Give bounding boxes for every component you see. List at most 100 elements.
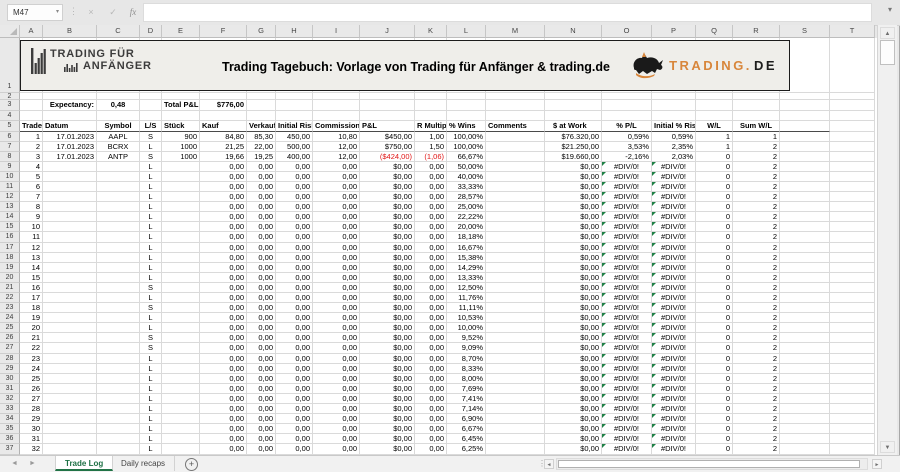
cell[interactable]: #DIV/0! [602,192,652,202]
cell[interactable]: 0,00 [276,202,313,212]
cell[interactable] [830,394,875,404]
cell[interactable]: 0,00 [415,222,447,232]
cell[interactable] [780,222,830,232]
cell[interactable] [830,263,875,273]
cell[interactable]: 0,00 [200,293,247,303]
cell[interactable] [43,354,97,364]
cell[interactable]: 0,00 [276,364,313,374]
cell[interactable]: 2 [20,142,43,152]
column-header-T[interactable]: T [830,25,875,38]
cell[interactable]: 22 [20,343,43,353]
row-number[interactable]: 2 [0,93,20,100]
cell[interactable]: 0,59% [652,132,696,142]
cell[interactable]: #DIV/0! [652,202,696,212]
cell[interactable]: 15 [20,273,43,283]
cell[interactable] [486,93,545,100]
row-number[interactable]: 9 [0,162,20,172]
cell[interactable]: 2 [733,232,780,242]
cell[interactable]: 9,52% [447,333,486,343]
cell[interactable] [97,343,140,353]
cell[interactable]: #DIV/0! [602,283,652,293]
cell[interactable] [97,283,140,293]
cell[interactable]: 2 [733,364,780,374]
cell[interactable]: $0,00 [545,424,602,434]
cell[interactable] [486,374,545,384]
table-column-header[interactable]: Commission [313,121,360,132]
row-number[interactable]: 24 [0,313,20,323]
cell[interactable]: 33,33% [447,182,486,192]
row-number[interactable]: 21 [0,283,20,293]
cell[interactable]: 0 [696,222,733,232]
cell[interactable]: 0,00 [247,273,276,283]
cell[interactable]: 0,00 [415,273,447,283]
scroll-right-arrow-icon[interactable]: ► [872,459,882,469]
row-number[interactable]: 6 [0,132,20,142]
cell[interactable]: #DIV/0! [602,333,652,343]
cell[interactable] [162,414,200,424]
cell[interactable]: 0,00 [200,212,247,222]
cell[interactable]: #DIV/0! [652,384,696,394]
cell[interactable]: L [140,323,162,333]
row-number[interactable]: 5 [0,121,20,132]
cell[interactable]: 0 [696,303,733,313]
row-number[interactable]: 7 [0,142,20,152]
cell[interactable]: 0 [696,394,733,404]
cell[interactable] [486,364,545,374]
cell[interactable] [447,100,486,111]
cell[interactable] [43,374,97,384]
cell[interactable]: 2 [733,333,780,343]
cell[interactable] [43,434,97,444]
cell[interactable]: 18 [20,303,43,313]
cell[interactable]: 0,00 [276,414,313,424]
cell[interactable]: 2 [733,263,780,273]
cell[interactable] [43,243,97,253]
cell[interactable]: 0,00 [313,333,360,343]
total-pl-value[interactable]: $776,00 [200,100,247,111]
formula-bar-expand-icon[interactable]: ▾ [888,5,892,14]
cell[interactable]: 0,00 [276,434,313,444]
cell[interactable] [780,313,830,323]
cell[interactable]: $0,00 [545,333,602,343]
cell[interactable]: 0,00 [415,434,447,444]
cell[interactable] [486,343,545,353]
cell[interactable]: 0 [696,202,733,212]
cell[interactable]: 0,00 [313,414,360,424]
cell[interactable] [780,414,830,424]
cell[interactable]: $0,00 [360,424,415,434]
cell[interactable]: L [140,434,162,444]
cell[interactable]: L [140,414,162,424]
table-column-header[interactable]: Stück [162,121,200,132]
cell[interactable]: 900 [162,132,200,142]
cell[interactable]: 2 [733,212,780,222]
cell[interactable]: 500,00 [276,142,313,152]
cell[interactable]: 0,00 [276,444,313,454]
cell[interactable]: $0,00 [545,364,602,374]
cell[interactable]: 0,00 [276,192,313,202]
cell[interactable] [200,93,247,100]
cell[interactable] [780,132,830,142]
cell[interactable] [20,111,43,122]
cell[interactable]: $0,00 [360,283,415,293]
cell[interactable] [486,303,545,313]
column-header-M[interactable]: M [486,25,545,38]
cell[interactable]: 0,00 [313,444,360,454]
new-sheet-button[interactable]: + [185,458,198,471]
table-column-header[interactable]: Symbol [97,121,140,132]
cell[interactable]: #DIV/0! [652,354,696,364]
cell[interactable]: 0,00 [247,202,276,212]
cell[interactable] [313,100,360,111]
cell[interactable]: $0,00 [360,434,415,444]
cell[interactable]: 2 [733,162,780,172]
cell[interactable]: $0,00 [360,303,415,313]
cell[interactable]: $0,00 [360,354,415,364]
cell[interactable]: L [140,313,162,323]
cell[interactable] [486,202,545,212]
cell[interactable]: #DIV/0! [602,253,652,263]
cell[interactable]: #DIV/0! [602,162,652,172]
cell[interactable]: 0,00 [313,424,360,434]
cell[interactable] [486,384,545,394]
row-number[interactable]: 16 [0,232,20,242]
cell[interactable]: $0,00 [360,172,415,182]
cell[interactable]: L [140,182,162,192]
cell[interactable]: 0,00 [276,374,313,384]
